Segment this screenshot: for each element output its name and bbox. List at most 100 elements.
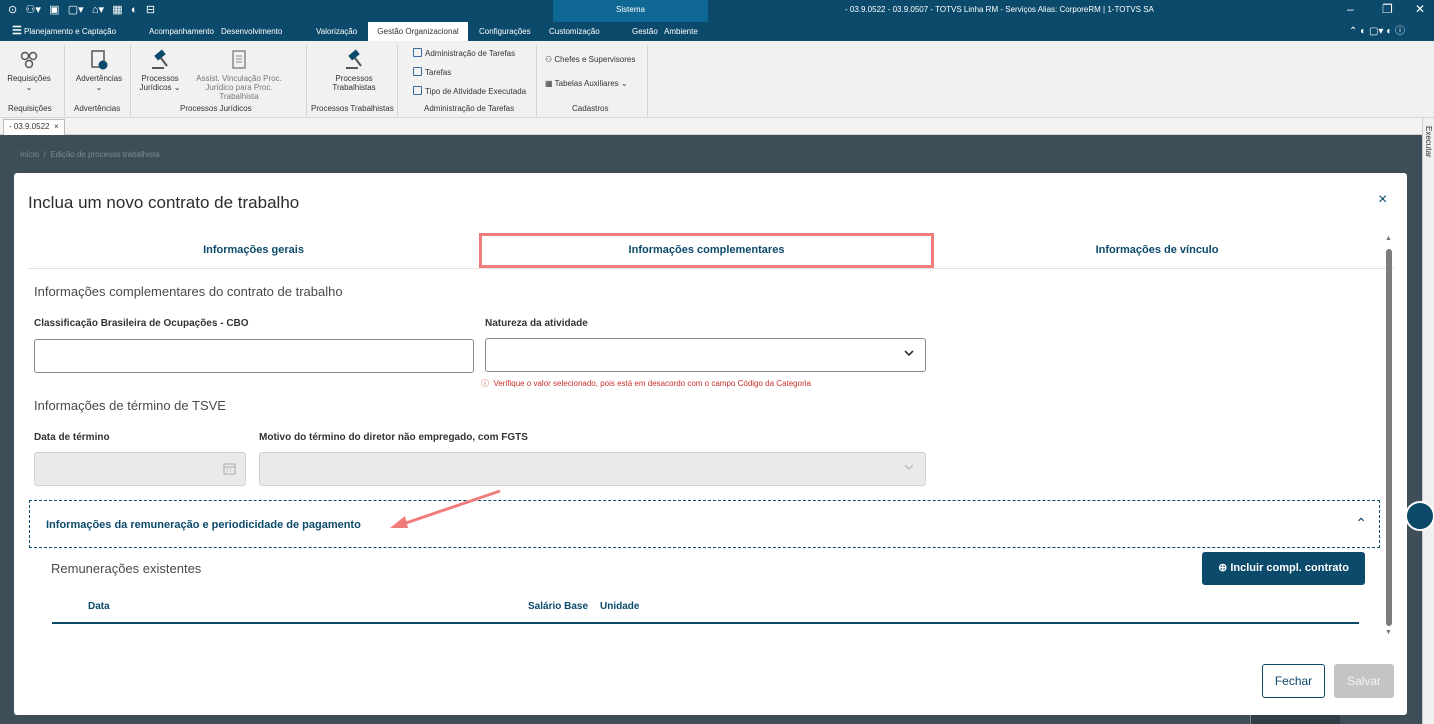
document-tabs: - 03.9.0522 × (0, 118, 1434, 135)
new-contract-modal: Inclua um novo contrato de trabalho × In… (14, 173, 1407, 715)
grid-icon[interactable]: ▣ (49, 3, 59, 16)
tabelas-label: Tabelas Auxiliares (554, 79, 619, 88)
users-icon[interactable]: ⚇▾ (25, 3, 40, 16)
table-icon: ▦ (545, 79, 555, 88)
cbo-label: Classificação Brasileira de Ocupações - … (34, 318, 249, 329)
group-requisicoes: Requisições (8, 104, 52, 113)
menu-right-icons[interactable]: ⌃ ◐ ▢▾ ◐ ⓘ (1345, 22, 1409, 41)
ribbon-separator (130, 45, 131, 116)
requisicoes-button[interactable]: Requisições ⌄ (6, 49, 52, 92)
modal-title: Inclua um novo contrato de trabalho (28, 193, 300, 212)
natureza-label: Natureza da atividade (485, 318, 588, 329)
scroll-down-icon[interactable]: ▼ (1385, 629, 1392, 636)
section-termino-title: Informações de término de TSVE (34, 398, 226, 413)
tipo-atividade-button[interactable]: Tipo de Atividade Executada (413, 86, 526, 96)
task-icon (413, 67, 422, 76)
tarefas-button[interactable]: Tarefas (413, 67, 451, 77)
close-button[interactable]: Fechar (1262, 664, 1325, 698)
ribbon-separator (64, 45, 65, 116)
menu-planejamento[interactable]: Planejamento e Captação (20, 22, 120, 41)
calendar-icon (223, 463, 236, 475)
breadcrumb: Início / Edição de processo trabalhista (20, 150, 160, 159)
processos-juridicos-label: Processos Jurídicos (139, 74, 179, 92)
accordion-title: Informações da remuneração e periodicida… (46, 519, 361, 531)
system-label: Sistema (553, 0, 708, 22)
breadcrumb-home[interactable]: Início (20, 150, 39, 159)
ribbon-separator (536, 45, 537, 116)
modal-scrollbar[interactable]: ▲ ▼ (1384, 235, 1394, 640)
close-icon[interactable]: × (1378, 191, 1387, 209)
tabs-divider (28, 268, 1394, 269)
ribbon-separator (397, 45, 398, 116)
home-icon[interactable]: ⌂▾ (92, 3, 104, 16)
tabelas-auxiliares-button[interactable]: ▦ Tabelas Auxiliares ⌄ (545, 79, 628, 88)
chevron-down-icon: ⌄ (95, 83, 103, 92)
assist-vinculacao-label: Assist. Vinculação Proc. Jurídico para P… (196, 74, 282, 101)
tab-informacoes-gerais[interactable]: Informações gerais (28, 233, 479, 267)
menu-acompanhamento[interactable]: Acompanhamento (145, 22, 218, 41)
motivo-label: Motivo do término do diretor não emprega… (259, 432, 528, 443)
menu-gestao-organizacional[interactable]: Gestão Organizacional (368, 22, 468, 41)
table-header-salario: Salário Base (528, 601, 589, 612)
chevron-down-icon (904, 350, 914, 357)
menu-valorizacao[interactable]: Valorização (312, 22, 361, 41)
help-icon[interactable]: ◐ (131, 4, 138, 16)
remuneracao-accordion[interactable]: Informações da remuneração e periodicida… (29, 500, 1380, 548)
chat-assistant-icon[interactable] (1405, 501, 1434, 531)
add-button-label: Incluir compl. contrato (1230, 562, 1349, 574)
tab-close-icon[interactable]: × (54, 122, 59, 131)
save-icon[interactable]: ⊟ (146, 3, 155, 16)
window-close-button[interactable]: ✕ (1415, 2, 1425, 16)
window-title: - 03.9.0522 - 03.9.0507 - TOTVS Linha RM… (845, 5, 1154, 14)
layout-icon[interactable]: ▦ (112, 3, 122, 16)
advertencias-label: Advertências (75, 74, 123, 83)
minimize-button[interactable]: – (1347, 2, 1354, 16)
gavel-icon (152, 49, 168, 69)
menu-configuracoes[interactable]: Configurações (475, 22, 535, 41)
advertencias-button[interactable]: Advertências ⌄ (72, 49, 126, 92)
natureza-select[interactable] (485, 338, 926, 372)
assist-vinculacao-button[interactable]: Assist. Vinculação Proc. Jurídico para P… (187, 49, 291, 101)
app-menu-icon[interactable]: ⊙ (8, 3, 17, 16)
chevron-up-icon[interactable]: ⌃ (1355, 515, 1367, 532)
table-header-unidade: Unidade (600, 601, 640, 612)
chefes-button[interactable]: ⚇ Chefes e Supervisores (545, 55, 635, 64)
menu-ambiente[interactable]: Ambiente (660, 22, 702, 41)
menu-desenvolvimento[interactable]: Desenvolvimento (217, 22, 286, 41)
natureza-error: ⓘ Verifique o valor selecionado, pois es… (481, 378, 811, 389)
document-tab-label: - 03.9.0522 (9, 122, 50, 131)
window-icon[interactable]: ▢▾ (68, 3, 84, 16)
document-tab[interactable]: - 03.9.0522 × (3, 119, 65, 135)
processos-juridicos-button[interactable]: Processos Jurídicos ⌄ (138, 49, 182, 92)
title-bar: ⊙ ⚇▾ ▣ ▢▾ ⌂▾ ▦ ◐ ⊟ Sistema - 03.9.0522 -… (0, 0, 1434, 22)
save-button[interactable]: Salvar (1334, 664, 1394, 698)
user-icon: ⚇ (545, 55, 555, 64)
chevron-down-icon: ⌄ (25, 83, 33, 92)
processos-trabalhistas-label: Processos Trabalhistas (332, 74, 376, 92)
requisicoes-icon (20, 51, 38, 69)
activity-icon (413, 86, 422, 95)
executar-tab[interactable]: Executar (1424, 126, 1433, 158)
tab-informacoes-vinculo[interactable]: Informações de vínculo (934, 233, 1380, 267)
scrollbar-thumb[interactable] (1386, 249, 1392, 626)
add-contract-complement-button[interactable]: ⊕ Incluir compl. contrato (1202, 552, 1365, 585)
scroll-up-icon[interactable]: ▲ (1385, 235, 1392, 242)
section-complementares-title: Informações complementares do contrato d… (34, 284, 343, 299)
breadcrumb-current: Edição de processo trabalhista (50, 150, 160, 159)
processos-trabalhistas-button[interactable]: Processos Trabalhistas (325, 49, 383, 92)
tab-informacoes-complementares[interactable]: Informações complementares (479, 233, 934, 267)
group-processos-trabalhistas: Processos Trabalhistas (311, 104, 394, 113)
adm-tarefas-button[interactable]: Administração de Tarefas (413, 48, 515, 58)
cbo-input[interactable] (34, 339, 474, 373)
menu-gestao[interactable]: Gestão (628, 22, 662, 41)
tasks-icon (413, 48, 422, 57)
plus-circle-icon: ⊕ (1218, 562, 1231, 574)
data-termino-input (34, 452, 246, 486)
menu-customizacao[interactable]: Customização (545, 22, 604, 41)
ribbon-separator (647, 45, 648, 116)
adm-tarefas-label: Administração de Tarefas (425, 49, 516, 58)
quick-access-toolbar: ⊙ ⚇▾ ▣ ▢▾ ⌂▾ ▦ ◐ ⊟ (8, 3, 161, 16)
restore-button[interactable]: ❐ (1382, 2, 1393, 16)
remuneracoes-title: Remunerações existentes (51, 561, 202, 576)
ribbon-separator (306, 45, 307, 116)
